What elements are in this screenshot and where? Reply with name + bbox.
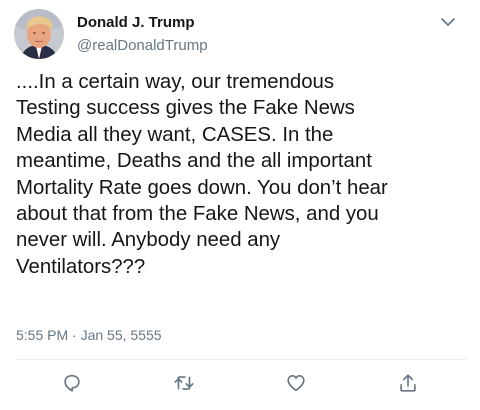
reply-icon[interactable] [61,372,83,394]
share-icon[interactable] [397,372,419,394]
chevron-down-icon[interactable] [438,14,458,30]
divider [16,359,466,360]
tweet-timestamp[interactable]: 5:55 PM · Jan 55, 5555 [16,326,162,344]
retweet-icon[interactable] [173,372,195,394]
author-handle[interactable]: @realDonaldTrump [77,37,208,55]
heart-icon[interactable] [285,372,307,394]
avatar[interactable] [14,9,64,59]
tweet-text: ....In a certain way, our tremendous Tes… [16,71,388,278]
avatar-image [14,9,64,59]
tweet-card: Donald J. Trump @realDonaldTrump ....In … [0,0,480,410]
author-display-name[interactable]: Donald J. Trump [77,14,195,32]
